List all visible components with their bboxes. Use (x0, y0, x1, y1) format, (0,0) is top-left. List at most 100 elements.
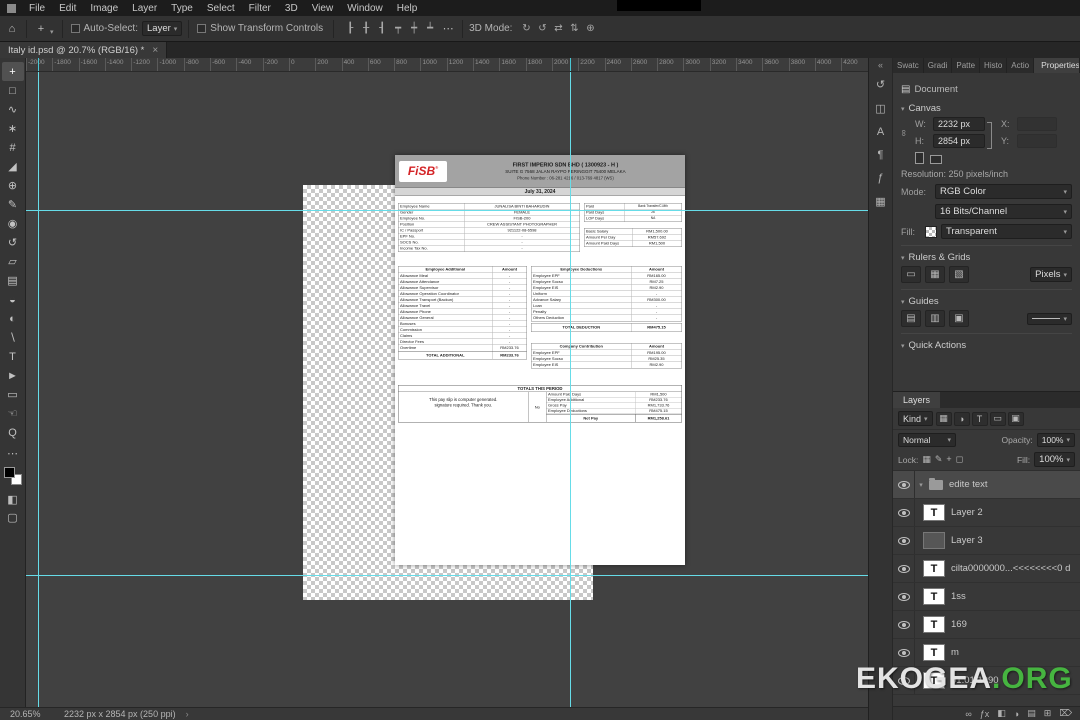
canvas-section-header[interactable]: ▾ Canvas (901, 101, 1072, 114)
align-bottom-icon[interactable]: ┷ (423, 20, 437, 38)
layer-row-169[interactable]: T 169 (893, 611, 1080, 639)
history-brush-tool[interactable]: ↺ (2, 233, 24, 252)
layer-visibility-toggle[interactable] (893, 583, 915, 610)
dodge-tool[interactable]: ◐ (2, 309, 24, 328)
clear-guides-icon[interactable]: ▣ (949, 310, 969, 327)
quick-selection-tool[interactable]: ∗ (2, 119, 24, 138)
shape-tool[interactable]: ▭ (2, 385, 24, 404)
crop-tool[interactable]: # (2, 138, 24, 157)
tab-histo[interactable]: Histo (980, 58, 1008, 73)
eraser-tool[interactable]: ▱ (2, 252, 24, 271)
zoom-tool[interactable]: Q (2, 423, 24, 442)
lock-paint-icon[interactable]: ✎ (935, 454, 943, 465)
3d-roll-icon[interactable]: ↺ (535, 20, 549, 38)
rulers-grids-section-header[interactable]: ▾ Rulers & Grids (901, 245, 1072, 263)
filter-pixel-icon[interactable]: ▦ (935, 411, 952, 426)
color-swatches[interactable] (3, 467, 22, 485)
grid-toggle-icon[interactable]: ▦ (925, 266, 945, 283)
auto-select-target-dropdown[interactable]: Layer ▾ (142, 21, 183, 36)
align-right-icon[interactable]: ┨ (375, 20, 389, 38)
tab-properties[interactable]: Properties (1034, 58, 1080, 73)
layer-row-edite-text[interactable]: ▾ edite text (893, 471, 1080, 499)
lock-all-icon[interactable]: ◻ (956, 454, 963, 465)
align-left-icon[interactable]: ┠ (343, 20, 357, 38)
delete-layer-icon[interactable]: ⌦ (1059, 708, 1072, 719)
zoom-level-field[interactable]: 20.65% (10, 709, 52, 719)
document-tab[interactable]: Italy id.psd @ 20.7% (RGB/16) * × (0, 42, 168, 58)
move-tool[interactable]: + (1, 62, 24, 81)
menu-type[interactable]: Type (164, 3, 200, 14)
snap-grid-icon[interactable]: ▧ (949, 266, 969, 283)
tab-close-icon[interactable]: × (152, 45, 158, 56)
menu-window[interactable]: Window (340, 3, 390, 14)
collapse-panels-icon[interactable]: « (878, 60, 883, 70)
menu-help[interactable]: Help (390, 3, 425, 14)
layer-row-layer-2[interactable]: T Layer 2 (893, 499, 1080, 527)
hand-tool[interactable]: ☜ (2, 404, 24, 423)
opacity-dropdown[interactable]: 100% ▾ (1036, 433, 1075, 447)
layer-row-cilta0000000-0-d[interactable]: Tcilta0000000...<<<<<<<<0 d (893, 555, 1080, 583)
healing-brush-tool[interactable]: ⊕ (2, 176, 24, 195)
horizontal-ruler[interactable]: -2000 -1800 -1600 -1400 -1200 -1000 -800 -600 -4… (26, 58, 868, 72)
canvas-area[interactable]: FiSB ® FIRST IMPERIO SDN BHD ( 1300923 - … (26, 72, 868, 707)
layer-filter-kind-dropdown[interactable]: Kind ▾ (898, 411, 933, 426)
layer-name[interactable]: m (951, 647, 1080, 658)
layer-fill-dropdown[interactable]: 100% ▾ (1034, 452, 1075, 467)
tool-preset-arrow-icon[interactable]: ▾ (50, 28, 54, 36)
align-center-v-icon[interactable]: ┿ (407, 20, 421, 38)
canvas-height-field[interactable]: 2854 px (933, 134, 985, 148)
quick-mask-icon[interactable]: ◧ (5, 490, 21, 508)
status-arrow-icon[interactable]: › (186, 709, 189, 719)
3d-pan-icon[interactable]: ⇄ (551, 20, 565, 38)
layer-name[interactable]: cilta0000000...<<<<<<<<0 d (951, 563, 1080, 574)
menu-file[interactable]: File (22, 3, 52, 14)
lock-transparent-icon[interactable]: ▦ (922, 454, 931, 465)
layer-name[interactable]: Layer 3 (951, 535, 1080, 546)
layer-name[interactable]: 1ss (951, 591, 1080, 602)
layer-name[interactable]: edite text (949, 479, 1080, 490)
screen-mode-icon[interactable]: ▢ (5, 508, 21, 526)
canvas-width-field[interactable]: 2232 px (933, 117, 985, 131)
menu-layer[interactable]: Layer (125, 3, 164, 14)
menu-select[interactable]: Select (200, 3, 242, 14)
type-tool[interactable]: T (2, 347, 24, 366)
landscape-orientation-icon[interactable] (930, 155, 942, 164)
tab-patte[interactable]: Patte (952, 58, 981, 73)
layer-mask-icon[interactable]: ◧ (997, 708, 1006, 719)
clone-stamp-tool[interactable]: ◉ (2, 214, 24, 233)
guide-horizontal-1[interactable] (26, 210, 868, 211)
move-tool-options-icon[interactable]: + (33, 20, 49, 38)
color-mode-dropdown[interactable]: RGB Color ▾ (935, 184, 1072, 199)
filter-adjustment-icon[interactable]: ◑ (953, 411, 970, 426)
menu-view[interactable]: View (305, 3, 341, 14)
align-center-h-icon[interactable]: ╂ (359, 20, 373, 38)
paragraph-panel-icon[interactable]: ¶ (878, 149, 884, 161)
eyedropper-tool[interactable]: ◢ (2, 157, 24, 176)
glyphs-panel-icon[interactable]: ƒ (877, 172, 883, 184)
brush-tool[interactable]: ✎ (2, 195, 24, 214)
layer-visibility-toggle[interactable] (893, 555, 915, 582)
filter-smart-icon[interactable]: ▣ (1007, 411, 1024, 426)
add-guide-icon[interactable]: ▤ (901, 310, 921, 327)
canvas-y-field[interactable] (1017, 134, 1057, 148)
filter-shape-icon[interactable]: ▭ (989, 411, 1006, 426)
3d-scale-icon[interactable]: ⊕ (583, 20, 597, 38)
history-panel-icon[interactable]: ↺ (876, 78, 885, 91)
layer-visibility-toggle[interactable] (893, 611, 915, 638)
ruler-toggle-icon[interactable]: ▭ (901, 266, 921, 283)
tab-swatc[interactable]: Swatc (893, 58, 924, 73)
home-icon[interactable]: ⌂ (4, 20, 20, 38)
blend-mode-dropdown[interactable]: Normal ▾ (898, 433, 956, 447)
layer-row-layer-3[interactable]: Layer 3 (893, 527, 1080, 555)
guide-vertical-1[interactable] (38, 72, 39, 707)
menu-filter[interactable]: Filter (242, 3, 278, 14)
layer-visibility-toggle[interactable] (893, 471, 915, 498)
guides-section-header[interactable]: ▾ Guides (901, 289, 1072, 307)
marquee-tool[interactable]: □ (2, 81, 24, 100)
layer-group-icon[interactable]: ▤ (1027, 708, 1036, 719)
layer-row-1ss[interactable]: T 1ss (893, 583, 1080, 611)
link-dimensions-icon[interactable]: ∞ (899, 130, 909, 136)
character-panel-icon[interactable]: A (877, 126, 884, 138)
auto-select-checkbox[interactable] (70, 24, 80, 33)
layer-visibility-toggle[interactable] (893, 527, 915, 554)
